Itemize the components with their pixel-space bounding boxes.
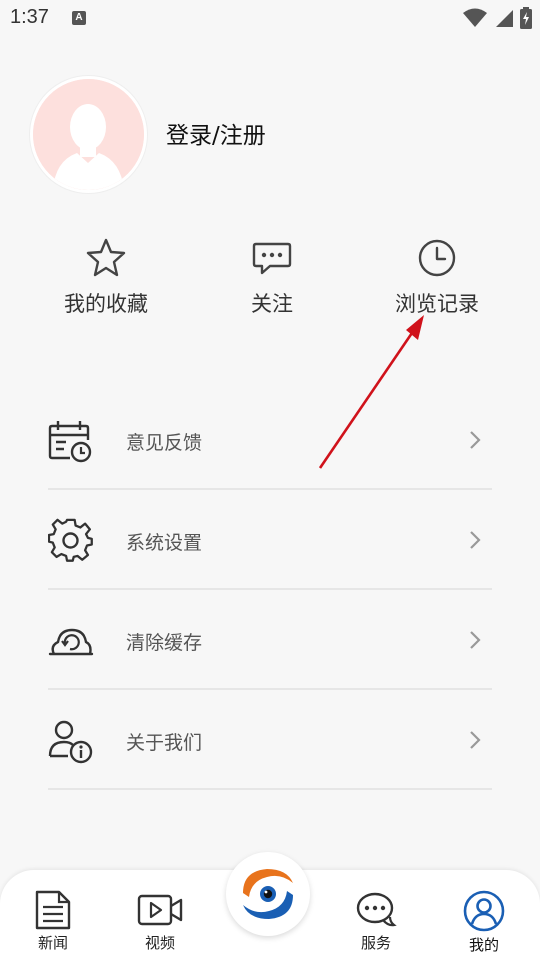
chevron-right-icon xyxy=(470,431,481,449)
chevron-right-icon xyxy=(470,731,481,749)
menu-item-settings[interactable]: 系统设置 xyxy=(48,490,492,590)
profile-icon xyxy=(463,890,505,932)
tab-label: 我的 xyxy=(468,936,499,954)
chevron-right-icon xyxy=(470,631,481,649)
service-chat-icon xyxy=(356,892,397,927)
menu-item-label: 意见反馈 xyxy=(126,432,203,454)
notification-a-icon: A xyxy=(72,11,86,25)
cloud-refresh-icon xyxy=(48,628,94,656)
status-bar: 1:37 A xyxy=(0,0,540,36)
star-icon xyxy=(86,238,126,277)
wifi-icon xyxy=(463,8,487,27)
battery-charging-icon xyxy=(520,7,532,29)
quick-action-label: 关注 xyxy=(251,292,293,316)
center-logo-button[interactable] xyxy=(226,852,310,936)
video-icon xyxy=(137,894,183,926)
quick-action-label: 我的收藏 xyxy=(64,292,148,316)
quick-action-favorites[interactable]: 我的收藏 xyxy=(36,236,176,318)
menu-item-label: 清除缓存 xyxy=(126,632,203,654)
avatar[interactable] xyxy=(30,76,147,193)
tab-label: 视频 xyxy=(144,934,175,952)
default-avatar-icon xyxy=(33,79,144,190)
menu-item-label: 关于我们 xyxy=(126,732,203,754)
tab-service[interactable]: 服务 xyxy=(341,890,411,953)
menu-item-about[interactable]: 关于我们 xyxy=(48,690,492,790)
tab-label: 新闻 xyxy=(37,934,68,952)
clock-icon xyxy=(418,239,456,277)
status-icons xyxy=(462,6,532,30)
chevron-right-icon xyxy=(470,531,481,549)
quick-action-label: 浏览记录 xyxy=(395,292,479,316)
menu-item-feedback[interactable]: 意见反馈 xyxy=(48,390,492,490)
status-time: 1:37 xyxy=(10,6,49,28)
menu-item-label: 系统设置 xyxy=(126,532,203,554)
menu-item-clear-cache[interactable]: 清除缓存 xyxy=(48,590,492,690)
login-register-link[interactable]: 登录/注册 xyxy=(166,116,266,150)
tab-label: 服务 xyxy=(360,934,391,952)
gear-icon xyxy=(48,518,93,562)
tab-mine[interactable]: 我的 xyxy=(449,890,519,955)
app-logo-icon xyxy=(243,869,293,919)
quick-action-history[interactable]: 浏览记录 xyxy=(367,236,507,318)
chat-bubble-icon xyxy=(252,242,292,275)
news-icon xyxy=(35,890,71,930)
user-info-icon xyxy=(48,720,93,764)
calendar-clock-icon xyxy=(48,421,92,463)
tab-news[interactable]: 新闻 xyxy=(18,890,88,953)
tab-video[interactable]: 视频 xyxy=(125,890,195,953)
quick-action-follow[interactable]: 关注 xyxy=(202,236,342,318)
signal-icon xyxy=(496,10,513,27)
